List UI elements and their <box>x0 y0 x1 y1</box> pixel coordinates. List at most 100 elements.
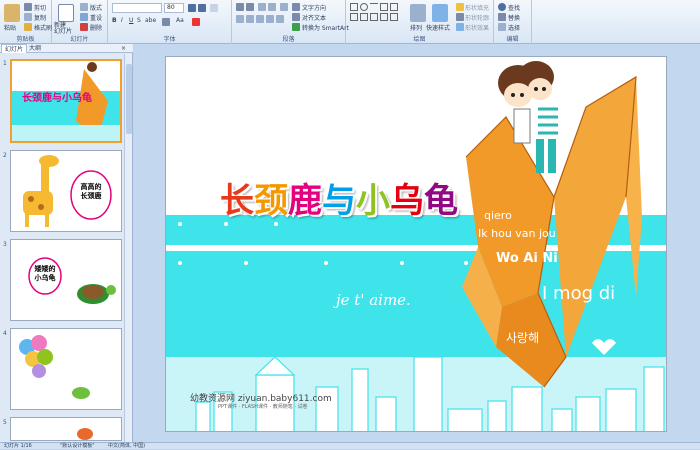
strikethrough-icon[interactable]: abe <box>145 17 156 24</box>
quick-styles-icon[interactable] <box>432 4 448 22</box>
font-color-icon[interactable] <box>192 18 200 26</box>
grow-font-icon[interactable] <box>188 4 196 12</box>
thumbnail-slide-2[interactable]: 高高的 长颈鹿 <box>10 150 122 232</box>
arrange-button[interactable]: 排列 <box>410 23 422 32</box>
shape-fill-button[interactable]: 形状填充 <box>465 3 489 12</box>
current-slide[interactable]: 长颈鹿与小乌龟 qiero Ik hou van jou Wo Ai Ni I … <box>165 56 667 432</box>
editing-group: 查找 替换 选择 编辑 <box>494 0 532 44</box>
replace-icon[interactable] <box>498 13 506 21</box>
find-button[interactable]: 查找 <box>508 3 520 12</box>
spacing-icon[interactable] <box>162 18 170 26</box>
brace-shape-icon[interactable] <box>380 13 388 21</box>
find-icon[interactable] <box>498 3 506 11</box>
giraffe-image <box>23 155 112 227</box>
format-painter-button[interactable]: 格式刷 <box>34 23 52 32</box>
copy-icon[interactable] <box>24 13 32 21</box>
thumbnail-slide-3[interactable]: 矮矮的 小乌龟 <box>10 239 122 321</box>
line-spacing-icon[interactable] <box>280 3 288 11</box>
reset-icon[interactable] <box>80 13 88 21</box>
select-button[interactable]: 选择 <box>508 23 520 32</box>
reset-button[interactable]: 重设 <box>90 13 102 22</box>
paste-icon[interactable] <box>4 4 20 22</box>
numbering-icon[interactable] <box>246 3 254 11</box>
clipboard-group: 粘贴 剪切 复制 格式刷 剪贴板 <box>0 0 52 44</box>
star-shape-icon[interactable] <box>350 13 358 21</box>
replace-button[interactable]: 替换 <box>508 13 520 22</box>
align-text-icon[interactable] <box>292 13 300 21</box>
shape-outline-icon[interactable] <box>456 13 464 21</box>
close-panel-icon[interactable]: × <box>118 44 129 53</box>
love-word: je t' aime. <box>336 291 411 309</box>
love-word: qiero <box>484 209 512 222</box>
layout-icon[interactable] <box>80 3 88 11</box>
text-direction-button[interactable]: 文字方向 <box>302 3 326 12</box>
tab-outline[interactable]: 大纲 <box>26 44 44 53</box>
increase-indent-icon[interactable] <box>268 3 276 11</box>
align-center-icon[interactable] <box>246 15 254 23</box>
arrow-shape-icon[interactable] <box>380 3 388 11</box>
text-direction-icon[interactable] <box>292 3 300 11</box>
status-bar: 幻灯片 1/16 "默认设计模板" 中文(简体, 中国) <box>0 442 700 449</box>
line-shape-icon[interactable] <box>370 3 378 11</box>
thumbnail-slide-4[interactable] <box>10 328 122 410</box>
callout-shape-icon[interactable] <box>390 13 398 21</box>
triangle-shape-icon[interactable] <box>390 3 398 11</box>
rectangle-shape-icon[interactable] <box>350 3 358 11</box>
underline-icon[interactable]: U <box>129 17 133 24</box>
thumbnail-slide-5[interactable] <box>10 417 122 441</box>
thumbnail-slide-1[interactable]: 长颈鹿与小乌龟 <box>10 59 122 143</box>
clear-format-icon[interactable] <box>210 4 218 12</box>
align-left-icon[interactable] <box>236 15 244 23</box>
ribbon: 粘贴 剪切 复制 格式刷 剪贴板 新建 幻灯片 版式 重设 删除 幻灯片 80 … <box>0 0 700 44</box>
title-char: 龟 <box>424 181 458 221</box>
shape-effects-icon[interactable] <box>456 23 464 31</box>
slides-label: 幻灯片 <box>70 36 89 43</box>
shrink-font-icon[interactable] <box>198 4 206 12</box>
panel-scrollbar[interactable] <box>124 54 132 442</box>
bullets-icon[interactable] <box>236 3 244 11</box>
oval-shape-icon[interactable] <box>360 3 368 11</box>
slide-title[interactable]: 长颈鹿与小乌龟 <box>220 173 458 222</box>
delete-icon[interactable] <box>80 23 88 31</box>
slide-panel: 幻灯片 大纲 × 1 长颈鹿与小乌龟 2 高高的 长颈鹿 3 矮矮的 小乌龟 4… <box>0 44 133 442</box>
scrollbar-thumb[interactable] <box>126 64 132 134</box>
shadow-icon[interactable]: S <box>137 17 141 24</box>
align-text-button[interactable]: 对齐文本 <box>302 13 326 22</box>
font-name-select[interactable] <box>112 3 162 13</box>
quick-styles-button[interactable]: 快速样式 <box>426 23 450 32</box>
turtle-image <box>28 257 116 304</box>
new-slide-icon[interactable] <box>58 4 74 22</box>
change-case-icon[interactable]: Aa <box>176 17 184 24</box>
decrease-indent-icon[interactable] <box>258 3 266 11</box>
columns-icon[interactable] <box>276 15 284 23</box>
heart-shape-icon[interactable] <box>360 13 368 21</box>
curve-shape-icon[interactable] <box>370 13 378 21</box>
italic-icon[interactable]: I <box>121 17 123 24</box>
slides-group: 新建 幻灯片 版式 重设 删除 幻灯片 <box>52 0 108 44</box>
smartart-button[interactable]: 转换为 SmartArt <box>302 23 349 32</box>
align-right-icon[interactable] <box>256 15 264 23</box>
bold-icon[interactable]: B <box>112 17 117 24</box>
cut-button[interactable]: 剪切 <box>34 3 46 12</box>
cut-icon[interactable] <box>24 3 32 11</box>
smartart-icon[interactable] <box>292 23 300 31</box>
layout-button[interactable]: 版式 <box>90 3 102 12</box>
title-char: 长 <box>220 181 254 221</box>
justify-icon[interactable] <box>266 15 274 23</box>
font-size-select[interactable]: 80 <box>164 3 184 13</box>
thumbnail-5-image <box>77 428 93 440</box>
tab-slides[interactable]: 幻灯片 <box>1 44 28 53</box>
select-icon[interactable] <box>498 23 506 31</box>
paste-button[interactable]: 粘贴 <box>4 23 16 32</box>
shape-effects-button[interactable]: 形状效果 <box>465 23 489 32</box>
title-char: 颈 <box>254 181 288 221</box>
arrange-icon[interactable] <box>410 4 426 22</box>
format-painter-icon[interactable] <box>24 23 32 31</box>
shape-outline-button[interactable]: 形状轮廓 <box>465 13 489 22</box>
shape-fill-icon[interactable] <box>456 3 464 11</box>
site-subfooter: PPT课件 · FLASH课件 · 教师随笔 · 试卷 <box>218 404 308 410</box>
delete-button[interactable]: 删除 <box>90 23 102 32</box>
thumbnail-1-title: 长颈鹿与小乌龟 <box>22 93 92 104</box>
thumb-number: 2 <box>3 152 7 159</box>
copy-button[interactable]: 复制 <box>34 13 46 22</box>
